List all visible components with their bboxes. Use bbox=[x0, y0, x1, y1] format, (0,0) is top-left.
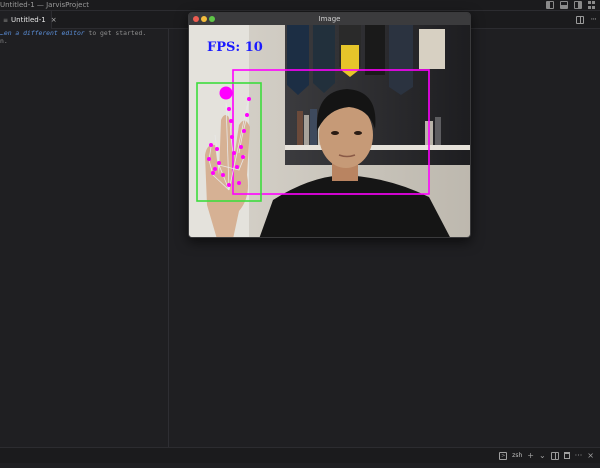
image-window[interactable]: Image FPS: 10 bbox=[188, 12, 471, 238]
chevron-down-icon[interactable]: ⌄ bbox=[539, 451, 546, 460]
terminal-shell-label[interactable]: zsh bbox=[512, 452, 522, 459]
more-terminal-actions-icon[interactable]: ··· bbox=[575, 451, 583, 460]
split-editor-icon[interactable] bbox=[576, 16, 585, 24]
banner bbox=[365, 25, 385, 75]
eye bbox=[354, 131, 362, 135]
tab-untitled-1[interactable]: ≡ Untitled-1 × bbox=[0, 11, 57, 29]
banner bbox=[389, 25, 413, 95]
book bbox=[297, 111, 303, 145]
image-window-title: Image bbox=[318, 15, 341, 23]
customize-layout-icon[interactable] bbox=[588, 1, 596, 9]
new-terminal-icon[interactable]: + bbox=[527, 451, 534, 460]
open-different-editor-link[interactable]: …en a different editor bbox=[0, 29, 85, 37]
editor-ruler bbox=[168, 29, 169, 447]
file-icon: ≡ bbox=[3, 16, 9, 24]
terminal-controls: > zsh + ⌄ ··· × bbox=[499, 451, 594, 460]
close-panel-icon[interactable]: × bbox=[587, 451, 594, 460]
editor-actions: ··· bbox=[576, 16, 597, 25]
line-2-text: n. bbox=[0, 37, 8, 45]
panel-bar: > zsh + ⌄ ··· × bbox=[0, 447, 600, 463]
fps-counter: FPS: 10 bbox=[207, 40, 263, 55]
index-fingertip-landmark bbox=[219, 86, 233, 100]
layout-controls bbox=[546, 1, 596, 10]
banner bbox=[287, 25, 309, 95]
terminal-icon[interactable]: > bbox=[499, 451, 508, 460]
book bbox=[435, 117, 441, 149]
poster bbox=[419, 29, 445, 69]
eye bbox=[331, 131, 339, 135]
book bbox=[310, 109, 317, 145]
editor-line-2: n. bbox=[0, 37, 8, 45]
editor-hint-line: …en a different editor to get started. bbox=[0, 29, 146, 37]
hint-text: to get started. bbox=[84, 29, 147, 37]
split-terminal-icon[interactable] bbox=[550, 451, 559, 460]
trash-icon[interactable] bbox=[563, 452, 570, 459]
tab-label: Untitled-1 bbox=[11, 16, 46, 24]
toggle-panel-icon[interactable] bbox=[560, 1, 568, 9]
toggle-sidebar-icon[interactable] bbox=[546, 1, 554, 9]
close-tab-icon[interactable]: × bbox=[51, 16, 57, 24]
more-actions-icon[interactable]: ··· bbox=[590, 16, 597, 25]
title-bar: Untitled-1 — JarvisProject bbox=[0, 0, 600, 11]
toggle-secondary-sidebar-icon[interactable] bbox=[574, 1, 582, 9]
image-window-titlebar[interactable]: Image bbox=[189, 13, 470, 25]
book bbox=[304, 115, 309, 145]
banner bbox=[313, 25, 335, 93]
shelf-plank bbox=[285, 145, 470, 150]
camera-frame: FPS: 10 bbox=[189, 25, 470, 237]
window-title: Untitled-1 — JarvisProject bbox=[0, 1, 90, 9]
